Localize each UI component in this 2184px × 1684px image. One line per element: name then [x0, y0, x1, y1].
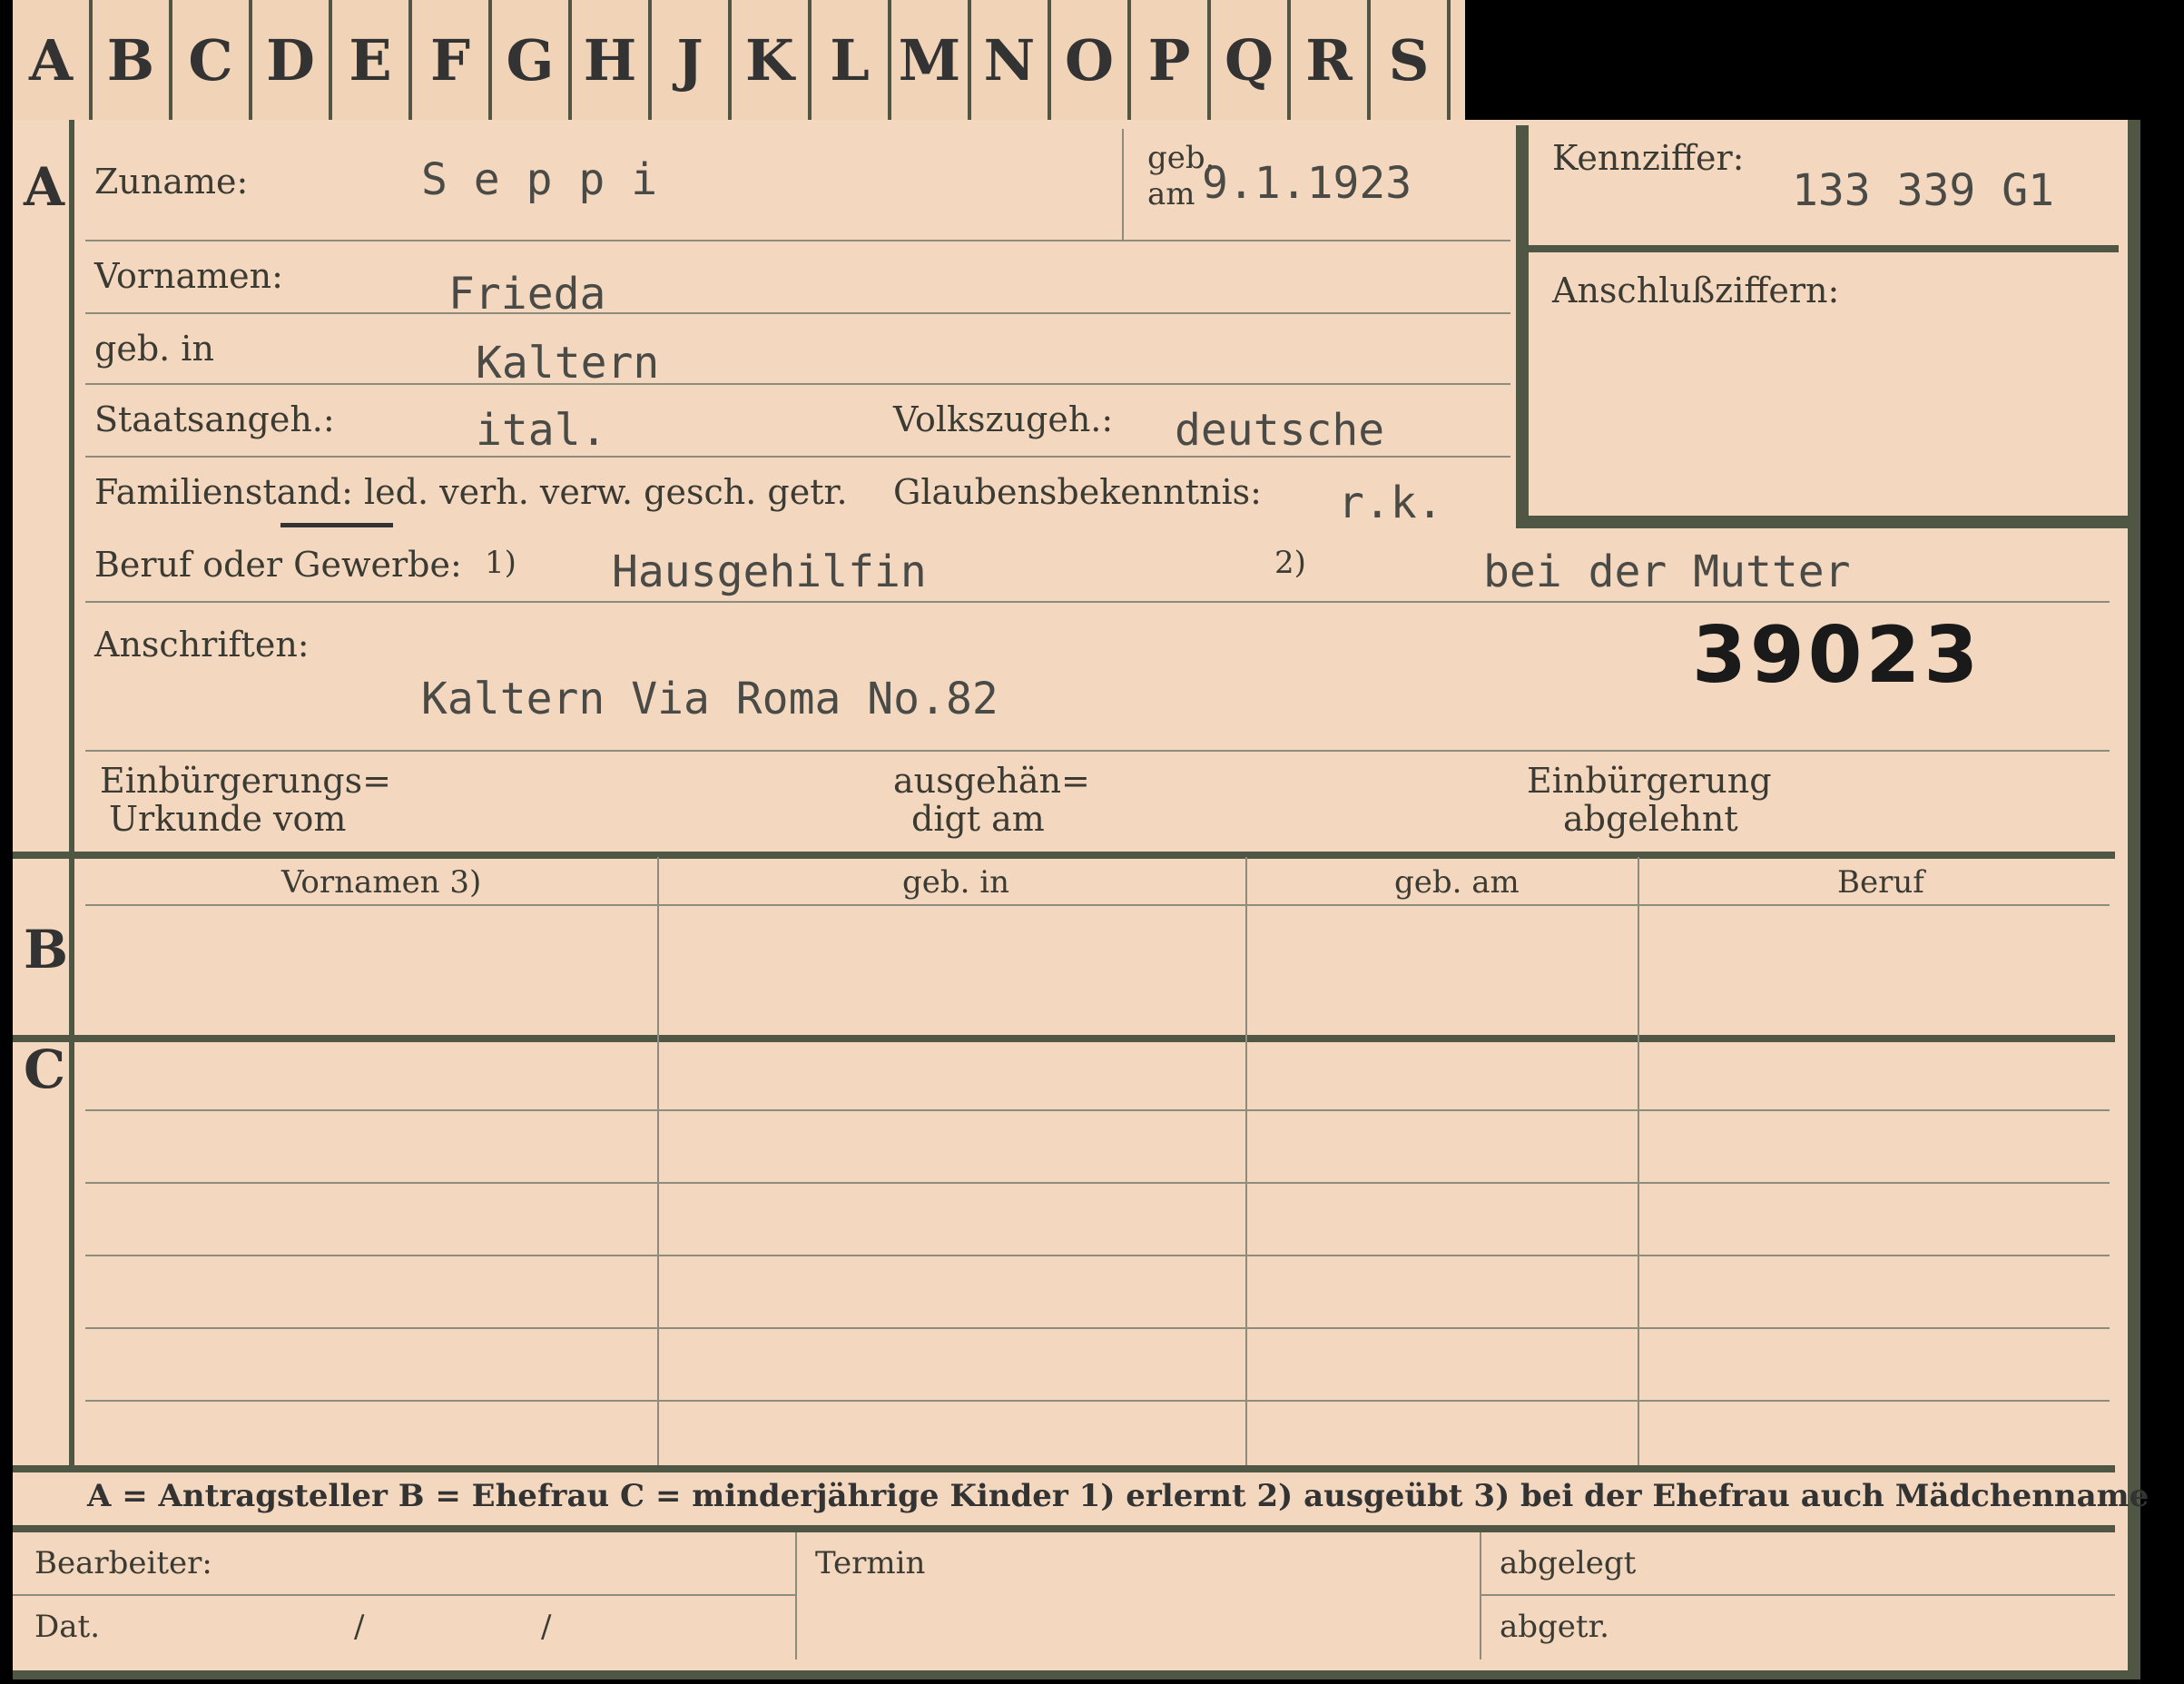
tab-letter[interactable]: E: [332, 0, 412, 120]
tab-letter[interactable]: G: [492, 0, 572, 120]
section-label-b: B: [24, 919, 69, 980]
alphabet-tabs: ABCDEFGHJKLMNOPQRS: [13, 0, 1465, 125]
stamp-number: 39023: [1692, 610, 1982, 701]
row-line: [85, 312, 1510, 314]
row-line: [85, 750, 2110, 752]
tab-letter[interactable]: N: [971, 0, 1051, 120]
beruf-label: Beruf oder Gewerbe:: [94, 545, 462, 585]
section-divider-c: [13, 1035, 2115, 1042]
card-body: A B C Kennziffer: 133 339 G1 Anschlußzif…: [13, 120, 2149, 1679]
th-beruf: Beruf: [1837, 864, 1924, 901]
footer-line: [13, 1594, 795, 1596]
kennziffer-divider: [1529, 245, 2119, 252]
section-label-a: A: [24, 156, 65, 218]
tab-letter[interactable]: K: [732, 0, 812, 120]
volk-label: Volkszugeh.:: [893, 399, 1114, 439]
anschrift-value: Kaltern Via Roma No.82: [421, 674, 999, 724]
col-line: [1638, 857, 1639, 1472]
kennziffer-label: Kennziffer:: [1552, 138, 1745, 178]
ausgeh-label-l1: ausgehän=: [893, 761, 1090, 801]
th-gebin: geb. in: [902, 864, 1010, 901]
row-line: [85, 383, 1510, 385]
row-line: [85, 601, 2110, 603]
footer-line: [1480, 1594, 2115, 1596]
tab-letter[interactable]: A: [13, 0, 93, 120]
tab-letter[interactable]: Q: [1211, 0, 1291, 120]
familienstand-underline: [280, 523, 393, 527]
tab-letter[interactable]: C: [172, 0, 252, 120]
header-line: [85, 904, 2110, 906]
tab-letter[interactable]: F: [412, 0, 492, 120]
zuname-label: Zuname:: [94, 162, 249, 202]
footer-divider: [13, 1525, 2115, 1532]
beruf-note1: 1): [485, 545, 516, 581]
einbuerg-label-l1: Einbürgerungs=: [100, 761, 391, 801]
vornamen-label: Vornamen:: [94, 256, 283, 296]
termin-label: Termin: [815, 1545, 926, 1581]
dat-slash-2: /: [541, 1609, 552, 1645]
anschluss-label: Anschlußziffern:: [1552, 271, 1840, 310]
registration-card: ABCDEFGHJKLMNOPQRS A B C Kennziffer: 133…: [0, 0, 2184, 1684]
th-gebam: geb. am: [1394, 864, 1520, 901]
tab-letter[interactable]: L: [812, 0, 891, 120]
row-line: [85, 1182, 2110, 1184]
zuname-value: S e p p i: [421, 154, 658, 205]
abgelehnt-label-l1: Einbürgerung: [1527, 761, 1772, 801]
col-line: [1245, 857, 1247, 1472]
glauben-value: r.k.: [1338, 478, 1443, 528]
row-line: [85, 1400, 2110, 1402]
familienstand-label: Familienstand: led. verh. verw. gesch. g…: [94, 472, 848, 512]
row-line: [85, 1109, 2110, 1111]
col-line: [657, 857, 659, 1472]
tab-letter[interactable]: J: [652, 0, 732, 120]
section-label-c: C: [24, 1039, 66, 1100]
staat-label: Staatsangeh.:: [94, 399, 335, 439]
geb-label-bottom: am: [1147, 176, 1195, 212]
tab-letter[interactable]: S: [1371, 0, 1451, 120]
dat-label: Dat.: [34, 1609, 101, 1645]
kennziffer-box: Kennziffer: 133 339 G1 Anschlußziffern:: [1516, 125, 2135, 528]
gebin-label: geb. in: [94, 329, 214, 369]
staat-value: ital.: [476, 405, 607, 456]
gebin-value: Kaltern: [476, 338, 660, 389]
section-divider-b: [13, 852, 2115, 859]
footer-col-line: [795, 1532, 797, 1659]
beruf-note2: 2): [1274, 545, 1306, 581]
glauben-label: Glaubensbekenntnis:: [893, 472, 1262, 512]
legend-text: A = Antragsteller B = Ehefrau C = minder…: [87, 1478, 2150, 1514]
tab-letter[interactable]: R: [1291, 0, 1371, 120]
anschriften-label: Anschriften:: [94, 625, 310, 665]
tab-letter[interactable]: M: [891, 0, 971, 120]
abgelegt-label: abgelegt: [1500, 1545, 1637, 1581]
row-line: [85, 1327, 2110, 1329]
bearbeiter-label: Bearbeiter:: [34, 1545, 212, 1581]
footer-col-line: [1480, 1532, 1481, 1659]
beruf1-value: Hausgehilfin: [612, 547, 927, 597]
legend-divider: [13, 1465, 2115, 1472]
tab-letter[interactable]: O: [1051, 0, 1131, 120]
abgetr-label: abgetr.: [1500, 1609, 1609, 1645]
einbuerg-label-l2: Urkunde vom: [109, 799, 347, 839]
beruf2-value: bei der Mutter: [1483, 547, 1851, 597]
th-vornamen: Vornamen 3): [281, 864, 482, 901]
tab-letter[interactable]: P: [1131, 0, 1211, 120]
kennziffer-value: 133 339 G1: [1792, 165, 2054, 216]
abgelehnt-label-l2: abgelehnt: [1563, 799, 1738, 839]
row-line: [85, 1255, 2110, 1256]
tab-letter[interactable]: H: [572, 0, 652, 120]
ausgeh-label-l2: digt am: [911, 799, 1045, 839]
tab-letter[interactable]: B: [93, 0, 172, 120]
dat-slash-1: /: [354, 1609, 365, 1645]
row-line: [85, 456, 1510, 458]
volk-value: deutsche: [1175, 405, 1385, 456]
section-sidebar: A B C: [13, 120, 74, 1472]
geb-am-value: 9.1.1923: [1202, 158, 1412, 209]
row-line: [85, 240, 1510, 241]
geb-divider: [1122, 129, 1124, 240]
tab-letter[interactable]: D: [252, 0, 332, 120]
